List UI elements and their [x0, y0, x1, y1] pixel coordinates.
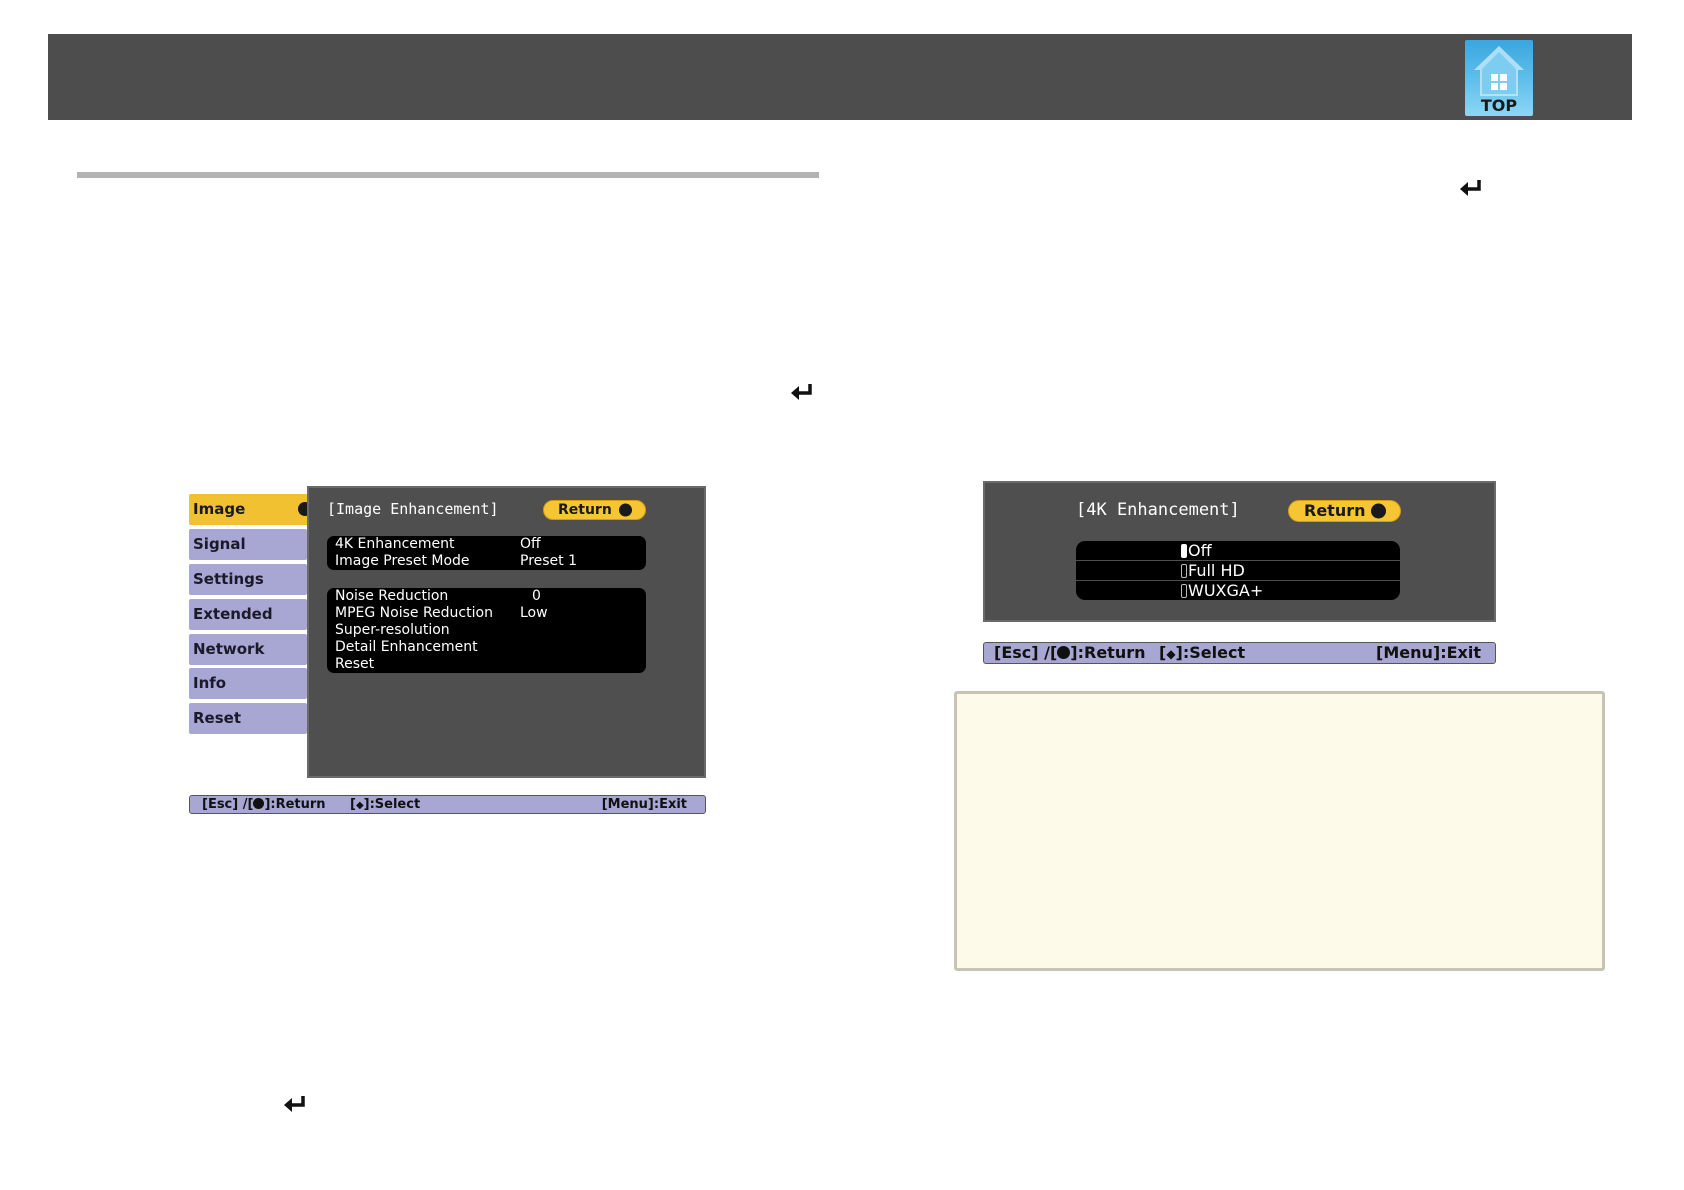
menu-item-mpeg-noise-reduction[interactable]: MPEG Noise Reduction Low [327, 605, 646, 622]
option-label: WUXGA+ [1188, 581, 1264, 600]
status-select: [◆]:Select [350, 797, 421, 812]
home-icon [1474, 46, 1524, 96]
tab-label: Image [193, 500, 246, 518]
tab-settings[interactable]: Settings [189, 564, 307, 595]
enter-key-icon [791, 384, 812, 400]
status-esc-return: [Esc] /[]:Return [202, 797, 326, 812]
tab-label: Settings [193, 570, 264, 588]
item-label: Detail Enhancement [335, 639, 478, 655]
tab-label: Network [193, 640, 265, 658]
menu-item-4k-enhancement[interactable]: 4K Enhancement Off [327, 536, 646, 553]
radio-icon [1181, 564, 1187, 578]
status-exit: [Menu]:Exit [601, 797, 687, 812]
menu-item-reset[interactable]: Reset [327, 656, 646, 673]
enter-circle-icon [1371, 503, 1386, 519]
tab-signal[interactable]: Signal [189, 529, 307, 560]
return-label: Return [1304, 501, 1366, 520]
item-label: Super-resolution [335, 622, 450, 638]
item-label: Image Preset Mode [335, 553, 470, 569]
tab-label: Info [193, 674, 227, 692]
item-label: Noise Reduction [335, 588, 449, 604]
tab-info[interactable]: Info [189, 668, 307, 699]
item-value: Low [520, 605, 548, 621]
status-bar: [Esc] /[]:Return [◆]:Select [Menu]:Exit [983, 642, 1496, 664]
return-label: Return [558, 502, 612, 518]
item-label: 4K Enhancement [335, 536, 455, 552]
tab-label: Reset [193, 709, 241, 727]
option-full-hd[interactable]: Full HD [1076, 561, 1400, 580]
tab-image[interactable]: Image [189, 494, 319, 525]
item-label: Reset [335, 656, 375, 672]
panel-title: [Image Enhancement] [327, 500, 499, 518]
menu-item-super-resolution[interactable]: Super-resolution [327, 622, 646, 639]
enter-key-icon [1460, 180, 1481, 196]
top-label: TOP [1480, 96, 1518, 115]
tab-network[interactable]: Network [189, 634, 307, 665]
item-value: Preset 1 [520, 553, 578, 569]
header-band [48, 34, 1632, 120]
top-link[interactable]: TOP [1465, 40, 1533, 116]
enter-circle-icon [253, 798, 265, 809]
item-value: Off [520, 536, 541, 552]
menu-item-detail-enhancement[interactable]: Detail Enhancement [327, 639, 646, 656]
item-label: MPEG Noise Reduction [335, 605, 493, 621]
tab-label: Signal [193, 535, 246, 553]
tab-extended[interactable]: Extended [189, 599, 307, 630]
radio-selected-icon [1181, 544, 1187, 558]
status-select: [◆]:Select [1159, 643, 1246, 662]
panel-title: [4K Enhancement] [1076, 500, 1240, 520]
radio-icon [1181, 584, 1187, 598]
updown-arrow-icon: ◆ [355, 800, 364, 811]
menu-item-noise-reduction[interactable]: Noise Reduction 0 [327, 588, 646, 605]
updown-arrow-icon: ◆ [1166, 647, 1176, 661]
option-off[interactable]: Off [1076, 541, 1400, 560]
item-value: 0 [532, 588, 541, 604]
enter-circle-icon [1057, 646, 1071, 659]
return-button[interactable]: Return [543, 500, 646, 520]
status-exit: [Menu]:Exit [1376, 643, 1481, 662]
note-box [954, 691, 1605, 971]
status-esc-return: [Esc] /[]:Return [994, 643, 1146, 662]
enter-key-icon [284, 1096, 305, 1112]
tab-label: Extended [193, 605, 273, 623]
option-wuxga-plus[interactable]: WUXGA+ [1076, 581, 1400, 600]
option-label: Off [1188, 541, 1212, 560]
menu-item-image-preset-mode[interactable]: Image Preset Mode Preset 1 [327, 553, 646, 570]
enter-circle-icon [619, 503, 632, 517]
return-button[interactable]: Return [1288, 500, 1401, 522]
status-bar: [Esc] /[]:Return [◆]:Select [Menu]:Exit [189, 795, 706, 814]
tab-reset[interactable]: Reset [189, 703, 307, 734]
option-label: Full HD [1188, 561, 1245, 580]
section-rule [77, 172, 819, 178]
